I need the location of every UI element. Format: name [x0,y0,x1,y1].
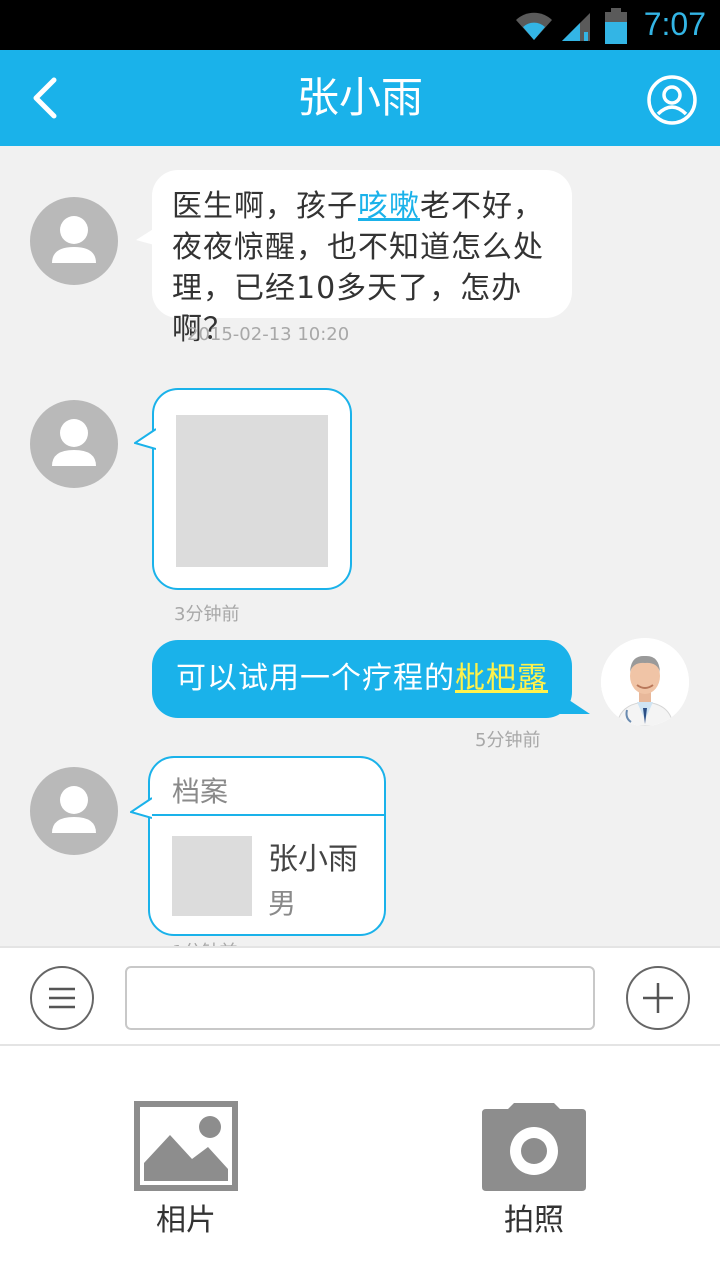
keyword-link[interactable]: 枇杷露 [455,661,548,696]
chat-area[interactable]: 医生啊，孩子咳嗽老不好， 夜夜惊醒，也不知道怎么处 理，已经10多天了，怎办啊？… [0,146,720,946]
patient-avatar[interactable] [30,400,118,488]
message-input[interactable] [125,966,595,1030]
message-bubble[interactable]: 医生啊，孩子咳嗽老不好， 夜夜惊醒，也不知道怎么处 理，已经10多天了，怎办啊？ [152,170,572,347]
message-line: 夜夜惊醒，也不知道怎么处 [172,230,544,265]
bubble-tail [560,694,590,714]
patient-avatar[interactable] [30,767,118,855]
battery-icon [605,8,627,44]
menu-button[interactable] [30,966,94,1030]
message-line: 医生啊，孩子咳嗽老不好， [172,189,544,224]
camera-icon [482,1103,586,1191]
signal-icon [562,13,590,41]
status-bar: 7:07 [0,0,720,50]
divider [150,814,384,816]
card-title: 档案 [172,775,229,808]
patient-name: 张小雨 [268,842,358,877]
gallery-icon [134,1101,238,1191]
attachment-panel: 相片 拍照 [0,1046,720,1280]
menu-icon [49,987,75,1009]
app-header: 张小雨 [0,50,720,146]
message-timestamp: 2015-02-13 10:20 [187,324,350,345]
image-message-bubble[interactable] [152,388,352,590]
bubble-tail [134,428,156,450]
user-icon [52,216,96,263]
user-icon [52,419,96,466]
image-placeholder[interactable] [176,415,328,567]
doctor-photo [601,638,689,726]
doctor-avatar[interactable] [601,638,689,726]
user-icon [52,786,96,833]
profile-button[interactable] [646,74,698,126]
plus-icon [643,983,673,1013]
patient-photo-placeholder [172,836,252,916]
input-bar [0,946,720,1046]
doctor-message-bubble[interactable]: 可以试用一个疗程的枇杷露 [152,640,572,718]
add-button[interactable] [626,966,690,1030]
patient-gender: 男 [268,887,297,920]
wifi-icon [516,12,552,40]
back-button[interactable] [18,68,78,128]
message-text: 可以试用一个疗程的枇杷露 [176,661,548,696]
status-time: 7:07 [643,6,706,42]
profile-card[interactable]: 档案 张小雨 男 [148,756,386,936]
camera-button[interactable]: 拍照 [454,1101,614,1241]
keyword-link[interactable]: 咳嗽 [358,189,420,224]
message-timestamp: 3分钟前 [174,604,240,625]
page-title: 张小雨 [296,73,423,122]
message-timestamp: 1分钟前 [172,938,237,946]
photos-button[interactable]: 相片 [106,1101,266,1241]
patient-avatar[interactable] [30,197,118,285]
photos-label: 相片 [156,1203,216,1238]
message-timestamp: 5分钟前 [475,730,541,751]
camera-label: 拍照 [504,1203,564,1238]
bubble-tail [130,797,152,819]
